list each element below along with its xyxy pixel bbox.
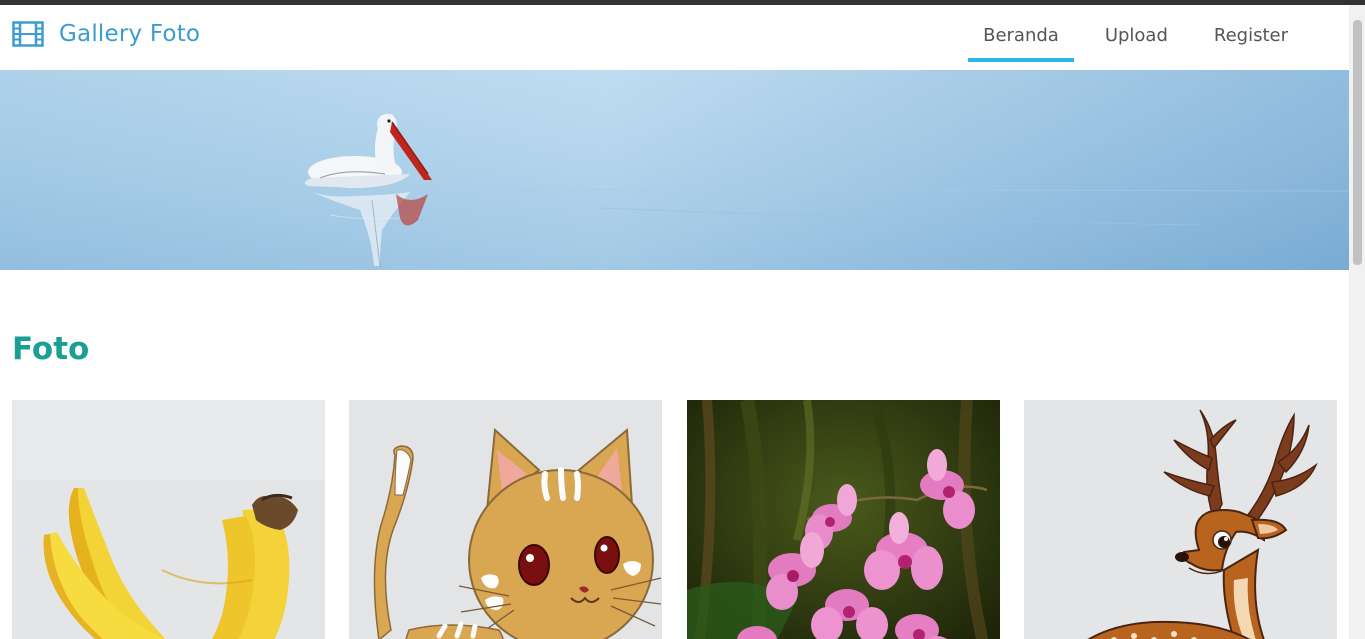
banana-image xyxy=(12,400,325,639)
vertical-scrollbar[interactable] xyxy=(1349,5,1365,639)
photo-card-bananas[interactable] xyxy=(12,400,325,639)
nav-upload[interactable]: Upload xyxy=(1082,5,1191,70)
navbar: Gallery Foto Beranda Upload Register xyxy=(0,5,1349,70)
photo-card-orchids[interactable] xyxy=(687,400,1000,639)
page: Gallery Foto Beranda Upload Register Fot… xyxy=(0,5,1349,639)
nav-beranda[interactable]: Beranda xyxy=(960,5,1082,70)
hero-banner xyxy=(0,70,1349,270)
photo-grid xyxy=(12,400,1337,639)
photo-card-deer[interactable] xyxy=(1024,400,1337,639)
cat-image xyxy=(349,400,662,639)
main-nav: Beranda Upload Register xyxy=(960,5,1311,70)
section-title: Foto xyxy=(12,331,90,367)
nav-register[interactable]: Register xyxy=(1191,5,1311,70)
film-icon xyxy=(12,21,44,47)
photo-card-cat[interactable] xyxy=(349,400,662,639)
hero-image xyxy=(0,70,1349,270)
orchid-image xyxy=(687,400,1000,639)
scrollbar-thumb[interactable] xyxy=(1353,20,1362,265)
brand-title: Gallery Foto xyxy=(59,21,201,47)
brand-link[interactable]: Gallery Foto xyxy=(12,21,200,47)
deer-image xyxy=(1024,400,1337,639)
